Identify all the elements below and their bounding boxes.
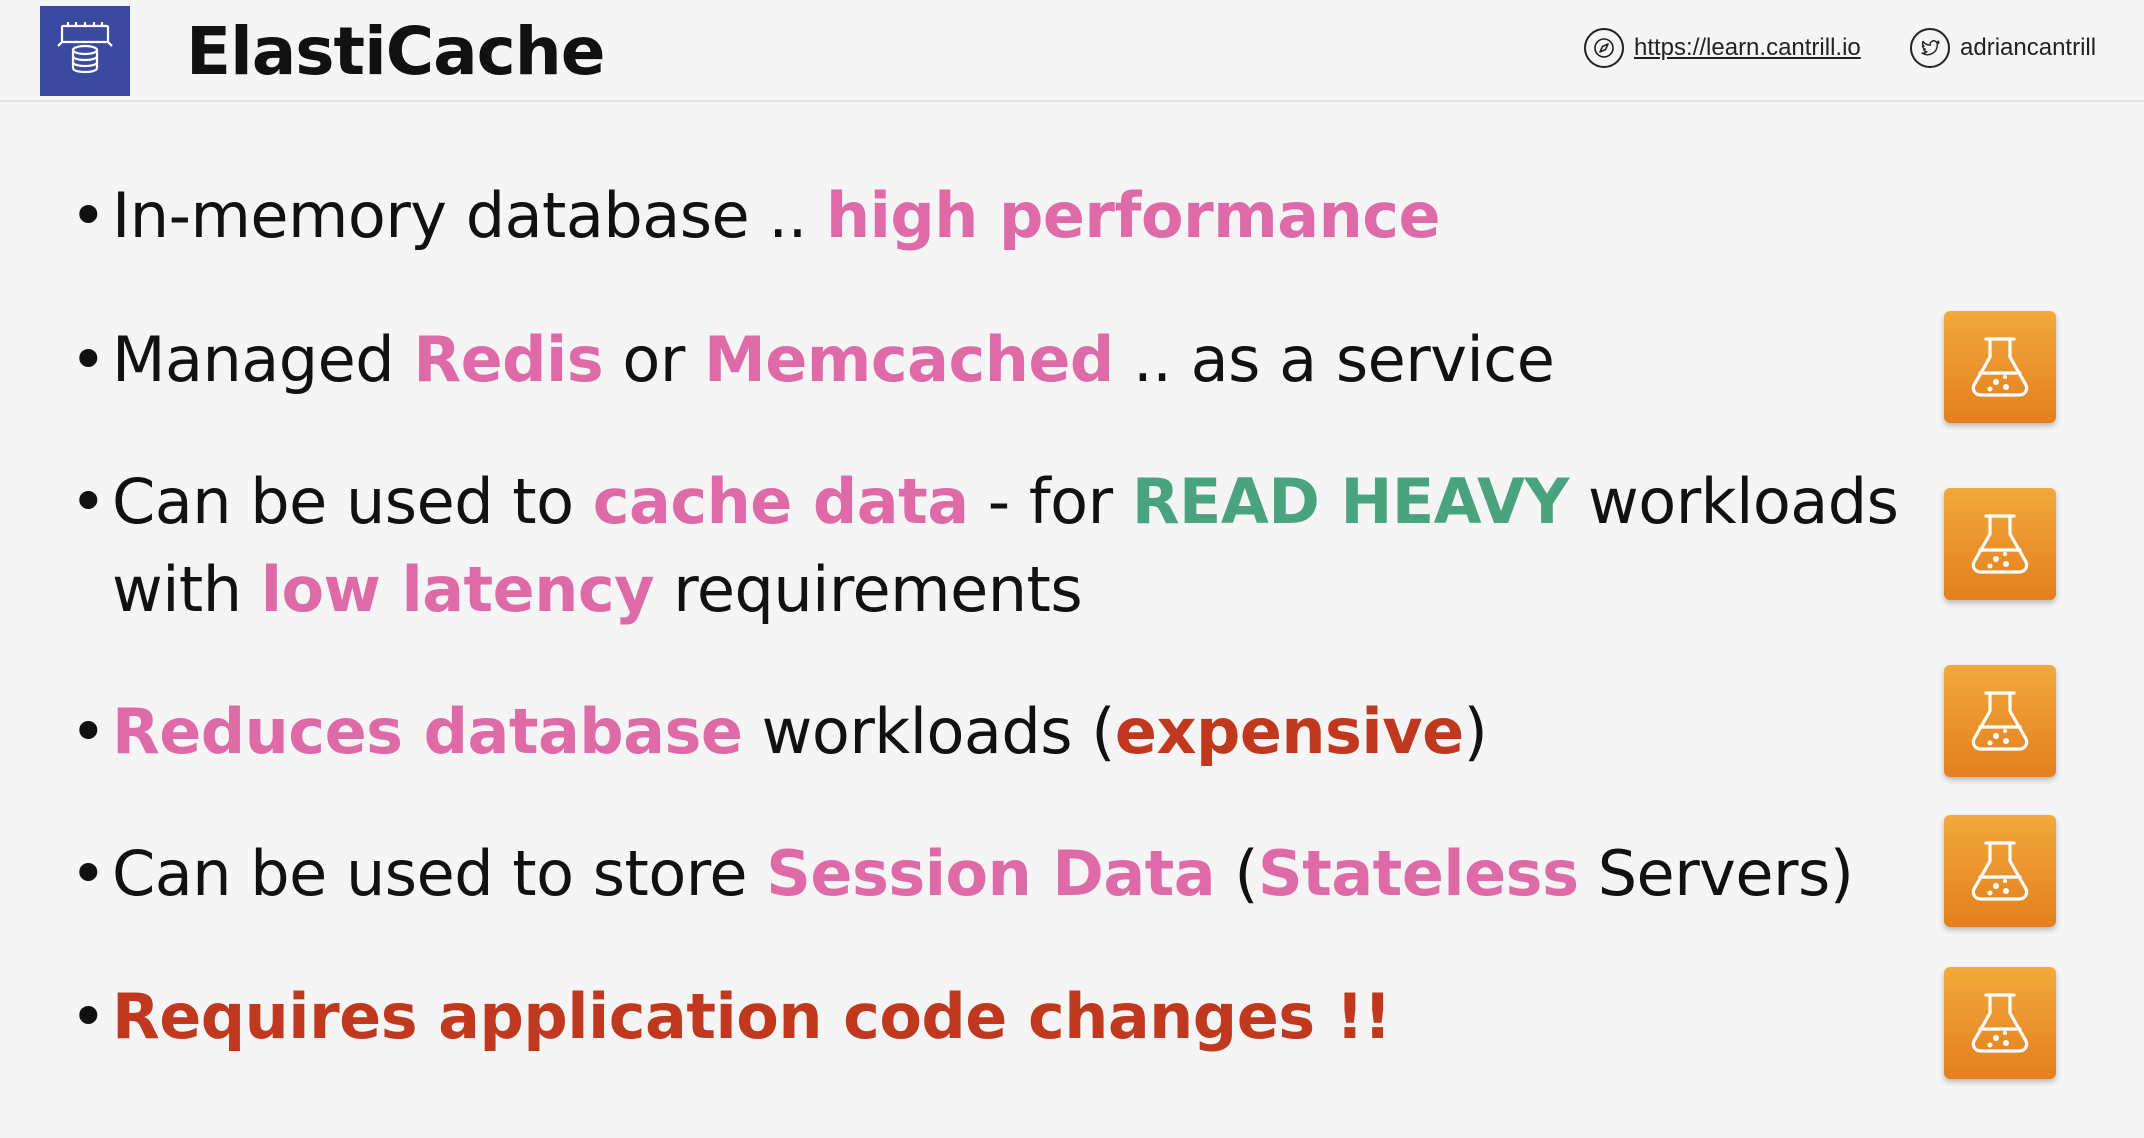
course-url[interactable]: https://learn.cantrill.io [1634, 34, 1861, 62]
bullet-text-part: .. as a service [1113, 323, 1555, 396]
bullet-text-part: Can be used to store [112, 837, 767, 910]
twitter-handle[interactable]: adriancantrill [1960, 34, 2096, 62]
bullet-text-part: Requires application code changes !! [112, 980, 1392, 1053]
bullet-text-part: In-memory database .. [112, 179, 826, 252]
bullet-text-part: Stateless [1258, 837, 1579, 910]
bullet-text: In-memory database .. high performance [112, 172, 1441, 260]
bullet-text: Can be used to cache data - for READ HEA… [112, 458, 1899, 634]
page-title: ElastiCache [186, 13, 606, 90]
bullet-item: • In-memory database .. high performance [70, 172, 1441, 260]
bullet-item: • Reduces database workloads (expensive) [70, 688, 1488, 776]
bullet-text-part: requirements [654, 553, 1083, 626]
slide-header: ElastiCache https://learn.cantrill.io ad… [0, 0, 2144, 102]
bullet-text-part: high performance [826, 179, 1441, 252]
elasticache-database-icon [57, 22, 113, 74]
twitter-icon [1910, 28, 1950, 68]
bullet-text-part: - for [968, 465, 1132, 538]
lab-flask-icon[interactable] [1944, 967, 2056, 1079]
bullet-text-part: workloads [1568, 465, 1899, 538]
bullet-text-part: cache data [592, 465, 969, 538]
lab-flask-icon[interactable] [1944, 488, 2056, 600]
elasticache-logo [40, 6, 130, 96]
bullet-text-part: Can be used to [112, 465, 593, 538]
bullet-text-part: ) [1463, 695, 1488, 768]
bullet-text: Can be used to store Session Data (State… [112, 830, 1854, 918]
bullet-dot: • [70, 980, 107, 1053]
lab-flask-icon[interactable] [1944, 815, 2056, 927]
bullet-text-part: Reduces database [112, 695, 743, 768]
bullet-text: Managed Redis or Memcached .. as a servi… [112, 316, 1555, 404]
lab-flask-icon[interactable] [1944, 311, 2056, 423]
bullet-text-part: Session Data [766, 837, 1216, 910]
bullet-item: • Can be used to store Session Data (Sta… [70, 830, 1854, 918]
bullet-dot: • [70, 837, 107, 910]
bullet-text-part: Managed [112, 323, 414, 396]
bullet-item: • Can be used to cache data - for READ H… [70, 458, 1899, 634]
bullet-text-part: Servers) [1578, 837, 1854, 910]
bullet-text-part: ( [1215, 837, 1259, 910]
bullet-line: Can be used to cache data - for READ HEA… [112, 458, 1899, 546]
bullet-item: • Requires application code changes !! [70, 973, 1392, 1061]
bullet-dot: • [70, 179, 107, 252]
bullet-text-part: READ HEAVY [1131, 465, 1570, 538]
bullet-text-part: workloads ( [742, 695, 1116, 768]
bullet-dot: • [70, 465, 107, 538]
bullet-dot: • [70, 323, 107, 396]
twitter-link[interactable]: adriancantrill [1910, 28, 2096, 68]
bullet-text-part: Memcached [704, 323, 1114, 396]
compass-icon [1584, 28, 1624, 68]
bullet-text-part: low latency [260, 553, 655, 626]
bullet-dot: • [70, 695, 107, 768]
bullet-text-part: expensive [1114, 695, 1464, 768]
course-link[interactable]: https://learn.cantrill.io [1584, 28, 1861, 68]
bullet-line: with low latency requirements [112, 546, 1898, 634]
bullet-text-part: or [603, 323, 705, 396]
bullet-text: Requires application code changes !! [112, 973, 1392, 1061]
bullet-text-part: with [112, 553, 261, 626]
bullet-item: • Managed Redis or Memcached .. as a ser… [70, 316, 1555, 404]
bullet-text: Reduces database workloads (expensive) [112, 688, 1488, 776]
lab-flask-icon[interactable] [1944, 665, 2056, 777]
bullet-text-part: Redis [413, 323, 604, 396]
